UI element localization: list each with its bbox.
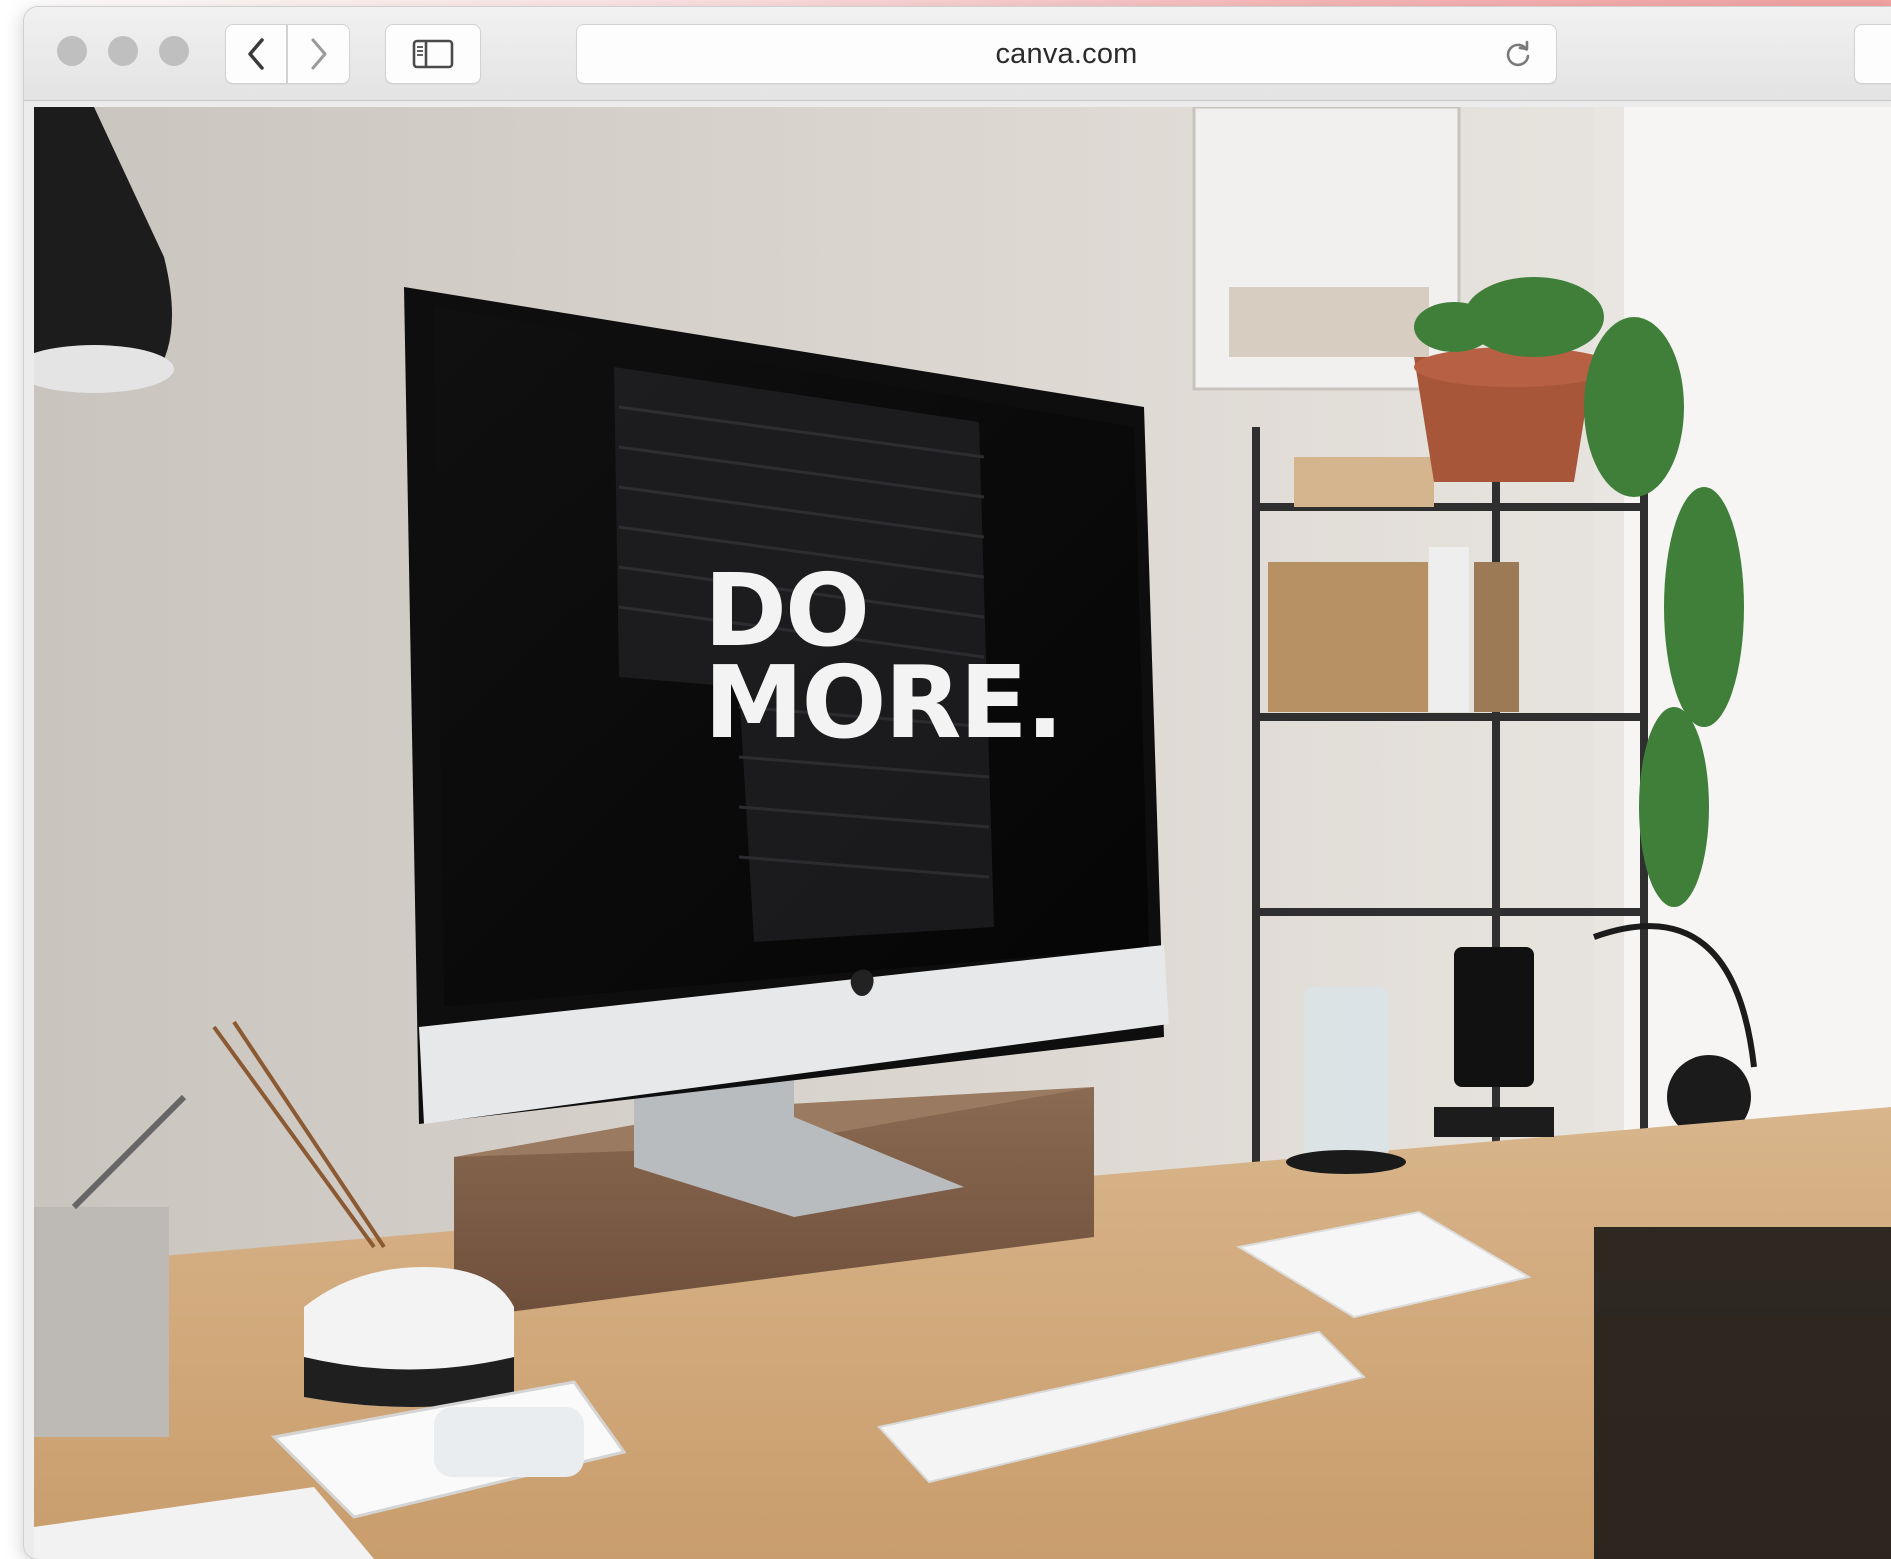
zoom-window-button[interactable]: [159, 36, 189, 66]
address-bar[interactable]: canva.com: [576, 24, 1557, 84]
browser-window: canva.com DO MORE.: [24, 7, 1891, 1559]
reload-icon[interactable]: [1502, 38, 1534, 70]
minimize-window-button[interactable]: [108, 36, 138, 66]
close-window-button[interactable]: [57, 36, 87, 66]
chevron-left-icon: [248, 38, 264, 70]
forward-button[interactable]: [287, 24, 350, 84]
sidebar-toggle-button[interactable]: [385, 24, 481, 84]
desk-photo: [34, 107, 1891, 1559]
browser-toolbar: canva.com: [24, 7, 1891, 101]
address-url: canva.com: [995, 38, 1138, 70]
web-content: DO MORE.: [34, 107, 1891, 1559]
back-button[interactable]: [225, 24, 287, 84]
top-accent-bar: [0, 0, 1891, 7]
share-button[interactable]: [1854, 24, 1891, 84]
chevron-right-icon: [311, 38, 326, 70]
headline-line-2: MORE.: [704, 644, 1064, 761]
sidebar-icon: [412, 39, 454, 69]
screen-headline: DO MORE.: [704, 561, 1064, 761]
